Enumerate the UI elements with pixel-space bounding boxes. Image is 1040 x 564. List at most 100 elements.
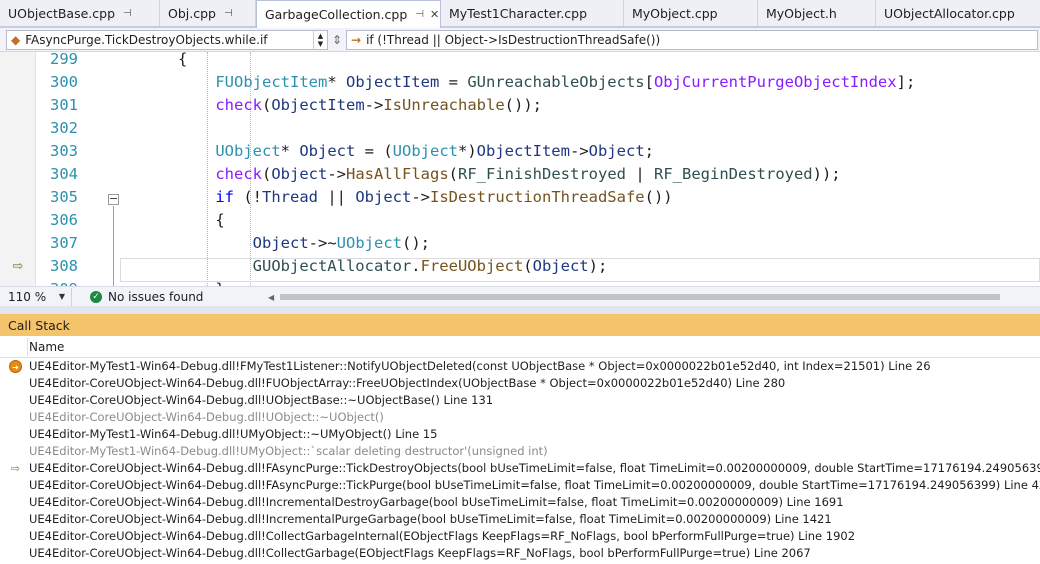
tab-myobject-h[interactable]: MyObject.h: [758, 0, 876, 26]
document-tab-strip: UObjectBase.cpp ⊣ Obj.cpp ⊣ GarbageColle…: [0, 0, 1040, 28]
pin-icon[interactable]: ⊣: [123, 8, 132, 19]
tab-myobject-cpp[interactable]: MyObject.cpp: [624, 0, 758, 26]
tab-label: GarbageCollection.cpp: [265, 7, 408, 22]
callstack-frame[interactable]: ⇨ UE4Editor-CoreUObject-Win64-Debug.dll!…: [0, 460, 1040, 477]
code-line: 301 check(ObjectItem->IsUnreachable());: [0, 94, 1040, 117]
line-number: 303: [50, 142, 78, 160]
code-line: 303 UObject* Object = (UObject*)ObjectIt…: [0, 140, 1040, 163]
code-text: check(ObjectItem->IsUnreachable());: [215, 96, 542, 114]
code-text: if (!Thread || Object->IsDestructionThre…: [215, 188, 673, 206]
code-editor[interactable]: − 299 { 300 FUObjectItem* ObjectItem = G…: [0, 52, 1040, 286]
column-divider: [27, 338, 28, 356]
return-arrow-icon: ⇨: [10, 462, 21, 475]
tab-uobjectbase-cpp[interactable]: UObjectBase.cpp ⊣: [0, 0, 160, 26]
tab-label: UObjectAllocator.cpp: [884, 5, 1015, 21]
frame-text: UE4Editor-MyTest1-Win64-Debug.dll!UMyObj…: [29, 444, 548, 458]
callstack-frame[interactable]: UE4Editor-CoreUObject-Win64-Debug.dll!UO…: [0, 392, 1040, 409]
check-circle-icon: ✓: [90, 290, 102, 303]
code-text: }: [122, 278, 224, 286]
line-number: 301: [50, 96, 78, 114]
code-line: 299 {: [0, 52, 1040, 71]
zoom-value: 110 %: [8, 289, 47, 304]
code-line: 300 FUObjectItem* ObjectItem = GUnreacha…: [0, 71, 1040, 94]
line-number: 300: [50, 73, 78, 91]
chevron-up-icon[interactable]: ▲: [318, 32, 323, 40]
close-icon[interactable]: ✕: [430, 8, 439, 21]
callstack-list: ➜ UE4Editor-MyTest1-Win64-Debug.dll!FMyT…: [0, 358, 1040, 564]
code-text: Object->~UObject();: [252, 234, 430, 252]
callstack-frame[interactable]: UE4Editor-MyTest1-Win64-Debug.dll!UMyObj…: [0, 426, 1040, 443]
code-text: UObject* Object = (UObject*)ObjectItem->…: [215, 142, 654, 160]
callstack-frame[interactable]: UE4Editor-CoreUObject-Win64-Debug.dll!Co…: [0, 528, 1040, 545]
frame-text: UE4Editor-CoreUObject-Win64-Debug.dll!UO…: [29, 410, 384, 424]
scope-value: FAsyncPurge.TickDestroyObjects.while.if: [25, 33, 268, 47]
scrollbar-thumb[interactable]: [280, 294, 1000, 300]
code-line: 302: [0, 117, 1040, 140]
frame-text: UE4Editor-CoreUObject-Win64-Debug.dll!Co…: [29, 546, 811, 560]
code-line: 304 check(Object->HasAllFlags(RF_FinishD…: [0, 163, 1040, 186]
member-dropdown[interactable]: → if (!Thread || Object->IsDestructionTh…: [346, 30, 1038, 50]
tab-label: MyTest1Character.cpp: [449, 5, 588, 21]
code-line: 309 }: [0, 278, 1040, 286]
frame-text: UE4Editor-CoreUObject-Win64-Debug.dll!UO…: [29, 393, 494, 407]
horizontal-scrollbar[interactable]: ◀: [268, 292, 1040, 302]
frame-text: UE4Editor-CoreUObject-Win64-Debug.dll!FA…: [29, 478, 1040, 492]
line-number: 308: [50, 257, 78, 275]
callstack-frame[interactable]: UE4Editor-CoreUObject-Win64-Debug.dll!Co…: [0, 545, 1040, 562]
code-line: 305 if (!Thread || Object->IsDestruction…: [0, 186, 1040, 209]
callstack-frame-external[interactable]: UE4Editor-CoreUObject-Win64-Debug.dll!UO…: [0, 409, 1040, 426]
tab-obj-cpp[interactable]: Obj.cpp ⊣: [160, 0, 256, 26]
scope-dropdown[interactable]: ◆ FAsyncPurge.TickDestroyObjects.while.i…: [6, 30, 328, 50]
chevron-down-icon[interactable]: ▼: [318, 40, 323, 48]
scroll-left-icon[interactable]: ◀: [268, 293, 274, 302]
line-number: 305: [50, 188, 78, 206]
code-text: GUObjectAllocator.FreeUObject(Object);: [252, 257, 608, 275]
tab-label: Obj.cpp: [168, 5, 216, 21]
callstack-frame[interactable]: UE4Editor-CoreUObject-Win64-Debug.dll!In…: [0, 494, 1040, 511]
line-number: 309: [36, 278, 78, 286]
code-text: {: [122, 211, 225, 229]
line-number: 306: [50, 211, 78, 229]
code-line: 307 Object->~UObject();: [0, 232, 1040, 255]
tab-mytest1character-cpp[interactable]: MyTest1Character.cpp: [441, 0, 624, 26]
editor-status-bar: 110 % ▼ ✓ No issues found ◀: [0, 286, 1040, 306]
callstack-title: Call Stack: [8, 317, 70, 333]
tab-label: MyObject.cpp: [632, 5, 718, 21]
tab-garbagecollection-cpp[interactable]: GarbageCollection.cpp ⊣ ✕: [256, 0, 441, 28]
code-text: {: [122, 52, 188, 68]
frame-text: UE4Editor-MyTest1-Win64-Debug.dll!UMyObj…: [29, 427, 438, 441]
code-line-current: ⇨ 308 GUObjectAllocator.FreeUObject(Obje…: [0, 255, 1040, 278]
member-arrow-icon: →: [351, 33, 362, 47]
panel-splitter[interactable]: [0, 306, 1040, 314]
chevron-down-icon[interactable]: ▼: [59, 292, 65, 301]
frame-text: UE4Editor-CoreUObject-Win64-Debug.dll!FA…: [29, 461, 1040, 475]
callstack-frame[interactable]: UE4Editor-CoreUObject-Win64-Debug.dll!In…: [0, 511, 1040, 528]
issues-status[interactable]: No issues found: [108, 290, 203, 304]
return-arrow-icon: ⇨: [12, 259, 24, 274]
frame-text: UE4Editor-CoreUObject-Win64-Debug.dll!In…: [29, 512, 832, 526]
code-text: FUObjectItem* ObjectItem = GUnreachableO…: [215, 73, 916, 91]
frame-text: UE4Editor-CoreUObject-Win64-Debug.dll!In…: [29, 495, 844, 509]
line-number: 299: [50, 52, 78, 68]
pin-icon[interactable]: ⊣: [415, 9, 424, 20]
code-line: 306 {: [0, 209, 1040, 232]
frame-text: UE4Editor-MyTest1-Win64-Debug.dll!FMyTes…: [29, 359, 931, 373]
column-name-label: Name: [29, 339, 65, 354]
callstack-frame[interactable]: UE4Editor-CoreUObject-Win64-Debug.dll!FU…: [0, 375, 1040, 392]
callstack-column-header[interactable]: Name: [0, 336, 1040, 358]
callstack-frame[interactable]: UE4Editor-CoreUObject-Win64-Debug.dll!FA…: [0, 477, 1040, 494]
callstack-frame[interactable]: ➜ UE4Editor-MyTest1-Win64-Debug.dll!FMyT…: [0, 358, 1040, 375]
code-text: check(Object->HasAllFlags(RF_FinishDestr…: [215, 165, 841, 183]
frame-text: UE4Editor-CoreUObject-Win64-Debug.dll!FU…: [29, 376, 786, 390]
line-number: 302: [50, 119, 78, 137]
tab-uobjectallocator-cpp[interactable]: UObjectAllocator.cpp: [876, 0, 1040, 26]
pin-icon[interactable]: ⊣: [224, 8, 233, 19]
scope-spinner[interactable]: ▲ ▼: [313, 31, 327, 49]
scope-icon: ◆: [11, 33, 21, 47]
tab-label: UObjectBase.cpp: [8, 5, 116, 21]
zoom-dropdown[interactable]: 110 % ▼: [0, 287, 72, 306]
dropdown-splitter-icon[interactable]: ⇕: [331, 32, 343, 48]
frame-text: UE4Editor-CoreUObject-Win64-Debug.dll!Co…: [29, 529, 856, 543]
tab-label: MyObject.h: [766, 5, 837, 21]
callstack-frame-external[interactable]: UE4Editor-MyTest1-Win64-Debug.dll!UMyObj…: [0, 443, 1040, 460]
